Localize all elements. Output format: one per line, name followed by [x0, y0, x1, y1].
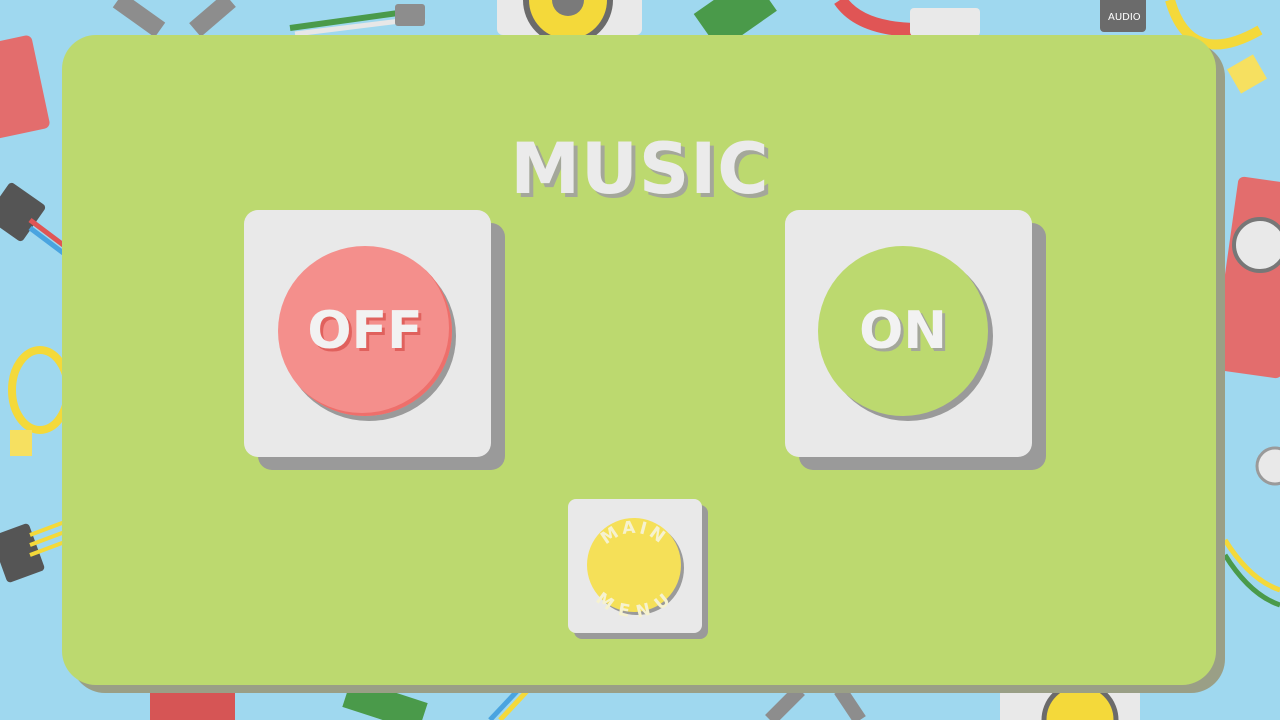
hardware-frame-icon [112, 0, 236, 38]
page-title: MUSIC [510, 128, 770, 210]
music-on-button[interactable]: ON [785, 210, 1032, 457]
cable-right-icon [1222, 538, 1280, 608]
off-disc: OFF [278, 246, 452, 416]
audio-connector-icon: AUDIO [1100, 0, 1146, 32]
coin-battery-icon [1255, 446, 1280, 486]
bottom-fan-icon [1000, 681, 1140, 720]
red-cable-icon [834, 0, 980, 37]
usb-plug-icon [0, 518, 71, 583]
cable-bundle-icon [289, 4, 426, 37]
main-menu-disc: MAIN MENU [587, 517, 684, 622]
bottom-cables-icon [488, 686, 530, 720]
on-disc: ON [818, 246, 988, 416]
decor-label-audio-top: AUDIO [1108, 12, 1141, 23]
on-label: ON [859, 301, 947, 361]
off-label: OFF [307, 301, 423, 361]
red-card-icon [0, 35, 50, 140]
bottom-frame-icon [765, 685, 866, 720]
yellow-cable-left-icon [8, 346, 72, 456]
main-menu-button[interactable]: MAIN MENU [568, 499, 702, 633]
bottom-red-cable-icon [150, 690, 235, 720]
music-off-button[interactable]: OFF [244, 210, 491, 457]
